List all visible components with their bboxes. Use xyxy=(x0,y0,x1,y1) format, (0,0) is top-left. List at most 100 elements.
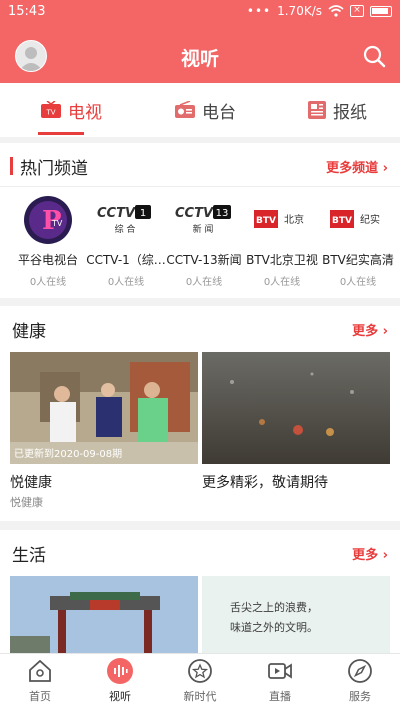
program-card[interactable]: 舌尖之上的浪费， 味道之外的文明。 xyxy=(202,576,390,653)
health-title: 健康 xyxy=(12,322,46,342)
home-icon xyxy=(29,659,51,682)
star-badge-icon xyxy=(188,659,212,683)
program-card[interactable]: 已更新到2020-09-08期 悦健康 悦健康 xyxy=(10,352,198,510)
hot-channels-header: 热门频道 更多频道 › xyxy=(0,143,400,187)
search-icon[interactable] xyxy=(362,44,386,68)
tab-newspaper-label: 报纸 xyxy=(333,102,367,123)
nav-service-label: 服务 xyxy=(349,690,371,703)
life-more-link[interactable]: 更多 › xyxy=(352,544,388,563)
chevron-right-icon: › xyxy=(382,548,388,563)
program-title: 更多精彩，敬请期待 xyxy=(202,475,328,491)
active-tab-indicator xyxy=(38,132,84,135)
program-card[interactable] xyxy=(10,576,198,653)
btv-documentary-logo: BTV 纪实 xyxy=(330,210,380,228)
update-overlay: 已更新到2020-09-08期 xyxy=(14,449,123,460)
health-header: 健康 更多 › xyxy=(0,306,400,350)
status-icons: ••• 1.70K/s × xyxy=(247,4,392,18)
life-title: 生活 xyxy=(12,546,46,566)
sim-icon: × xyxy=(350,5,364,17)
svg-text:1: 1 xyxy=(140,208,146,219)
battery-icon xyxy=(370,5,392,17)
video-camera-icon xyxy=(268,663,292,679)
svg-text:BTV: BTV xyxy=(256,216,276,226)
tv-icon: TV xyxy=(41,101,61,118)
program-card[interactable]: 更多精彩，敬请期待 xyxy=(202,352,390,492)
svg-text:13: 13 xyxy=(216,208,229,219)
btv-beijing-logo: BTV 北京 xyxy=(254,210,304,228)
svg-text:纪实: 纪实 xyxy=(360,213,380,226)
nav-home-label: 首页 xyxy=(29,690,51,703)
channel-item[interactable]: BTV 纪实 BTV纪实高清 0人在线 xyxy=(318,195,398,288)
nav-live[interactable]: 直播 xyxy=(250,658,310,704)
audio-wave-icon xyxy=(107,658,133,684)
bottom-nav: 首页 视听 新时代 直播 服务 xyxy=(0,653,400,711)
program-thumbnail: 已更新到2020-09-08期 xyxy=(10,352,198,464)
svg-text:TV: TV xyxy=(45,109,55,117)
cctv13-logo: CCTV 13 新 闻 xyxy=(175,205,231,235)
chevron-right-icon: › xyxy=(382,161,388,176)
channel-name: BTV北京卫视 xyxy=(246,253,318,267)
status-dots: ••• xyxy=(246,4,272,18)
media-tabs: TV 电视 电台 报纸 xyxy=(0,83,400,137)
svg-text:综 合: 综 合 xyxy=(115,223,136,235)
channel-item[interactable]: BTV 北京 BTV北京卫视 0人在线 xyxy=(242,195,322,288)
status-bar: 15:43 ••• 1.70K/s × xyxy=(0,0,400,24)
svg-text:CCTV: CCTV xyxy=(175,206,214,221)
channel-item[interactable]: CCTV 1 综 合 CCTV-1（综… 0人在线 xyxy=(86,195,166,288)
compass-icon xyxy=(348,659,372,683)
svg-text:BTV: BTV xyxy=(332,216,352,226)
app-header: 15:43 ••• 1.70K/s × 视听 xyxy=(0,0,400,83)
newspaper-icon xyxy=(308,101,326,119)
channel-name: CCTV-1（综… xyxy=(86,253,166,267)
channel-viewers: 0人在线 xyxy=(29,277,67,288)
channel-viewers: 0人在线 xyxy=(107,277,145,288)
radio-icon xyxy=(175,101,195,118)
life-section: 生活 更多 › 舌尖之上的浪费， 味道之外的文明。 xyxy=(0,530,400,653)
channel-logo: BTV 北京 xyxy=(242,195,322,245)
channel-logo: BTV 纪实 xyxy=(318,195,398,245)
hot-channels-title: 热门频道 xyxy=(20,159,88,179)
health-section: 健康 更多 › 已更新到2020-09-08期 悦健康 悦健康 更多精彩，敬请期… xyxy=(0,306,400,521)
wifi-icon xyxy=(328,5,344,17)
poem-line: 味道之外的文明。 xyxy=(230,621,318,634)
pinggu-tv-logo: PTV xyxy=(24,196,72,244)
channel-viewers: 0人在线 xyxy=(263,277,301,288)
svg-text:CCTV: CCTV xyxy=(97,206,136,221)
health-more-link[interactable]: 更多 › xyxy=(352,320,388,339)
cctv1-logo: CCTV 1 综 合 xyxy=(97,205,151,235)
program-thumbnail xyxy=(202,352,390,464)
channel-name: CCTV-13新闻 xyxy=(166,253,242,267)
svg-text:TV: TV xyxy=(51,219,63,228)
nav-media-label: 视听 xyxy=(109,690,131,703)
channel-item[interactable]: P TV 平谷电视台 0人在线 xyxy=(8,195,88,288)
rainy-window-image xyxy=(202,352,390,464)
tab-newspaper[interactable]: 报纸 xyxy=(307,83,367,137)
svg-text:北京: 北京 xyxy=(284,213,304,226)
nav-new-era-label: 新时代 xyxy=(183,690,217,703)
more-channels-link[interactable]: 更多频道 › xyxy=(326,157,388,176)
life-more-label: 更多 xyxy=(352,548,379,563)
status-time: 15:43 xyxy=(8,4,46,19)
channel-item[interactable]: CCTV 13 新 闻 CCTV-13新闻 0人在线 xyxy=(164,195,244,288)
svg-text:新 闻: 新 闻 xyxy=(193,223,214,235)
page-title: 视听 xyxy=(180,48,219,70)
program-title: 悦健康 xyxy=(10,475,52,491)
channel-viewers: 0人在线 xyxy=(339,277,377,288)
nav-media[interactable]: 视听 xyxy=(90,658,150,704)
program-subtitle: 悦健康 xyxy=(10,496,43,509)
channel-name: BTV纪实高清 xyxy=(322,253,394,267)
network-speed: 1.70K/s xyxy=(277,4,322,18)
hot-channels-section: 热门频道 更多频道 › P TV 平谷电视台 0人在线 CCTV 1 综 合 CC… xyxy=(0,143,400,298)
channel-viewers: 0人在线 xyxy=(185,277,223,288)
nav-service[interactable]: 服务 xyxy=(330,658,390,704)
health-more-label: 更多 xyxy=(352,324,379,339)
nav-new-era[interactable]: 新时代 xyxy=(170,658,230,704)
section-accent-bar xyxy=(10,157,13,175)
poem-text: 舌尖之上的浪费， 味道之外的文明。 xyxy=(230,598,318,638)
more-channels-label: 更多频道 xyxy=(326,161,379,176)
program-thumbnail: 舌尖之上的浪费， 味道之外的文明。 xyxy=(202,576,390,653)
life-header: 生活 更多 › xyxy=(0,530,400,574)
nav-home[interactable]: 首页 xyxy=(10,658,70,704)
tab-radio[interactable]: 电台 xyxy=(174,83,236,137)
tab-tv[interactable]: TV 电视 xyxy=(40,83,102,137)
